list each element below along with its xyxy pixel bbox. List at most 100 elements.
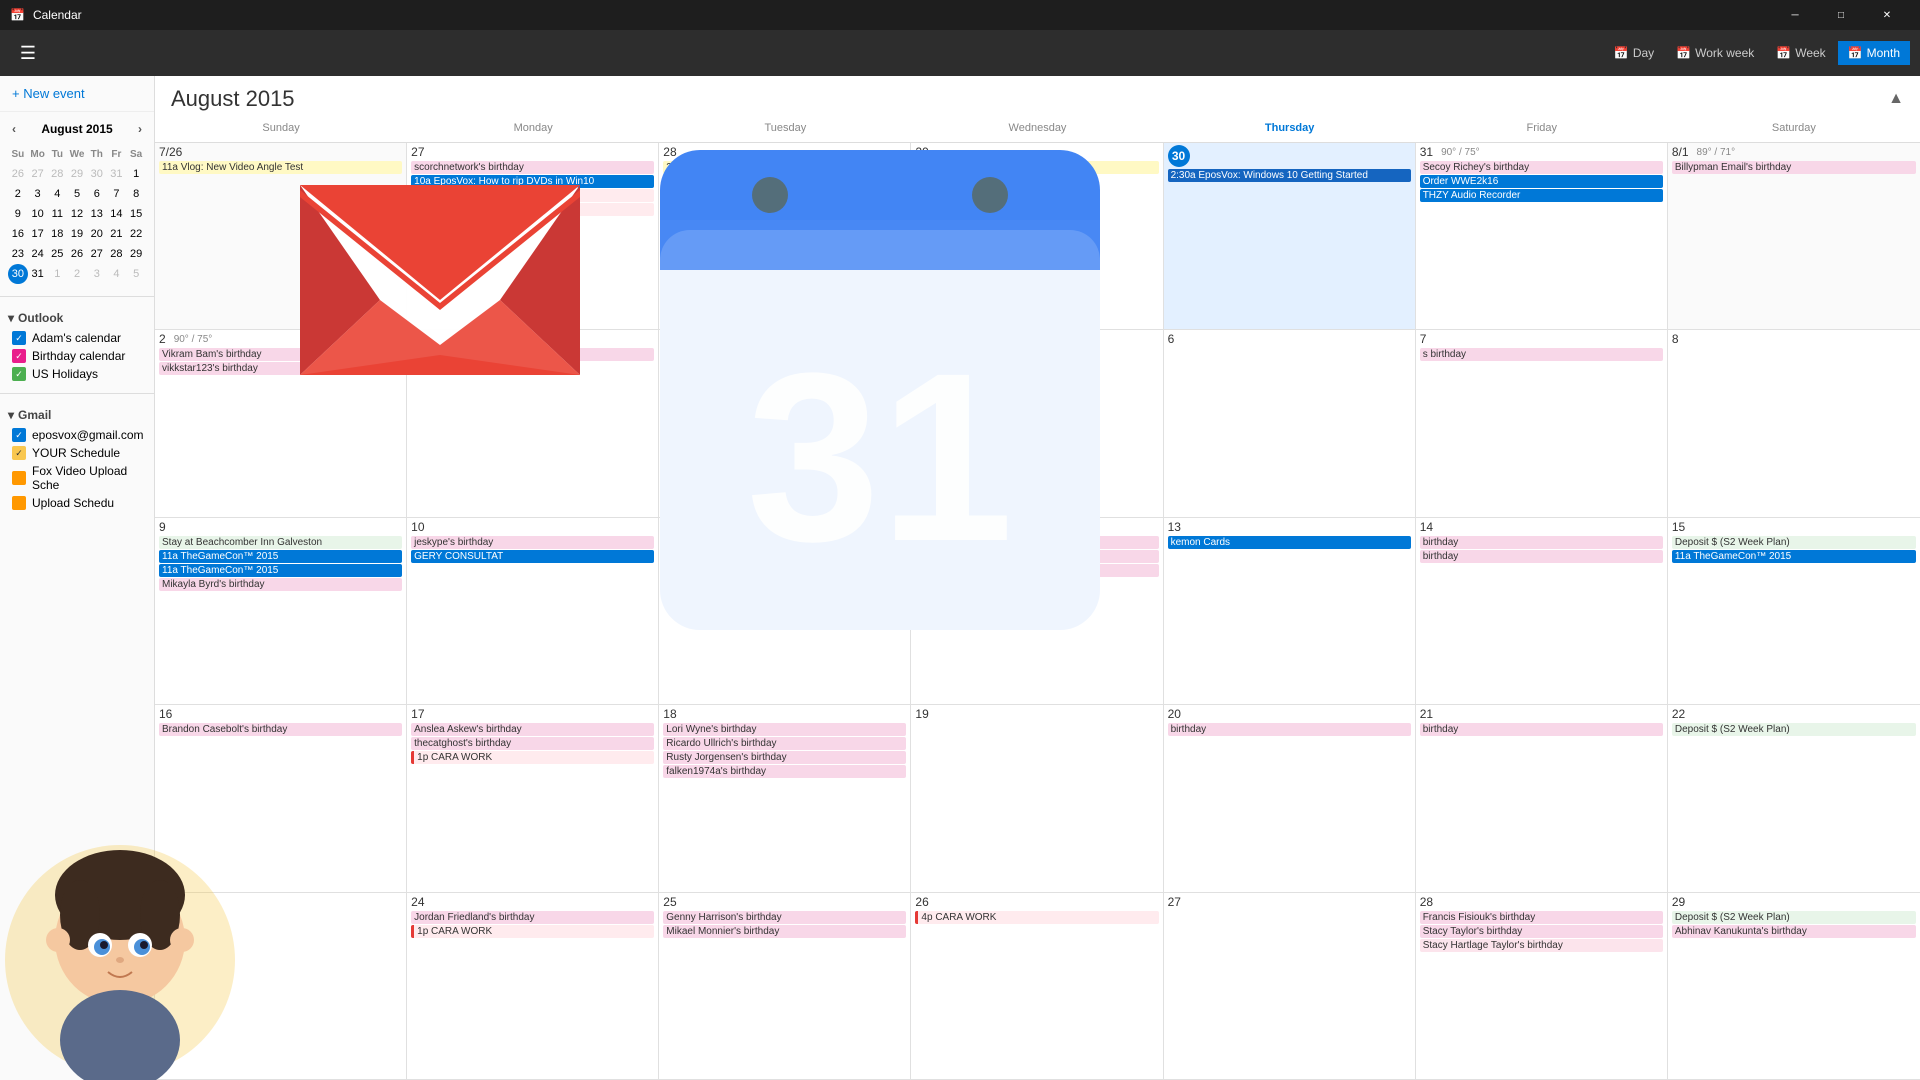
calendar-event[interactable]: GERY CONSULTAT bbox=[411, 550, 654, 563]
mini-cal-day[interactable]: 16 bbox=[8, 224, 28, 244]
calendar-cell[interactable]: 4 bbox=[659, 330, 911, 516]
mini-cal-day[interactable]: 5 bbox=[126, 264, 146, 284]
calendar-cell[interactable]: 8 bbox=[1668, 330, 1920, 516]
calendar-cell[interactable]: 17Anslea Askew's birthdaythecatghost's b… bbox=[407, 705, 659, 891]
mini-cal-day[interactable]: 1 bbox=[126, 164, 146, 184]
mini-cal-day[interactable]: 15 bbox=[126, 204, 146, 224]
calendar-cell[interactable]: 11 bbox=[659, 518, 911, 704]
calendar-event[interactable]: jeskype's birthday bbox=[411, 536, 654, 549]
adams-calendar-item[interactable]: ✓ Adam's calendar bbox=[8, 329, 146, 347]
calendar-cell[interactable]: 302:30a EposVox: Windows 10 Getting Star… bbox=[1164, 143, 1416, 329]
calendar-cell[interactable]: 13kemon Cards bbox=[1164, 518, 1416, 704]
calendar-event[interactable]: Mikael Monnier's birthday bbox=[663, 925, 906, 938]
mini-cal-day[interactable]: 30 bbox=[8, 264, 28, 284]
calendar-cell[interactable]: 25Genny Harrison's birthdayMikael Monnie… bbox=[659, 893, 911, 1079]
calendar-cell[interactable]: 19 bbox=[911, 705, 1163, 891]
calendar-cell[interactable]: 14birthdaybirthday bbox=[1416, 518, 1668, 704]
maximize-btn[interactable]: □ bbox=[1818, 0, 1864, 30]
calendar-event[interactable]: 11a TheGameCon™ 2015 bbox=[159, 564, 402, 577]
mini-cal-day[interactable]: 2 bbox=[67, 264, 87, 284]
calendar-cell[interactable]: 7/2611a Vlog: New Video Angle Test bbox=[155, 143, 407, 329]
calendar-event[interactable]: vikkstar123's birthday bbox=[159, 362, 402, 375]
calendar-event[interactable]: kemon Cards bbox=[1168, 536, 1411, 549]
mini-cal-day[interactable]: 17 bbox=[28, 224, 48, 244]
calendar-event[interactable]: 11a TheGameCon™ 2015 bbox=[159, 550, 402, 563]
calendar-event[interactable]: 1p CARA WORK bbox=[411, 751, 654, 764]
fox-video-item[interactable]: Fox Video Upload Sche bbox=[8, 462, 146, 494]
mini-cal-day[interactable]: 5 bbox=[67, 184, 87, 204]
calendar-event[interactable]: Rusty Jorgensen's birthday bbox=[663, 751, 906, 764]
calendar-cell[interactable]: 28Francis Fisiouk's birthdayStacy Taylor… bbox=[1416, 893, 1668, 1079]
mini-cal-day[interactable]: 27 bbox=[28, 164, 48, 184]
calendar-event[interactable]: Vikram Bam's birthday bbox=[159, 348, 402, 361]
birthday-calendar-item[interactable]: ✓ Birthday calendar bbox=[8, 347, 146, 365]
mini-cal-day[interactable]: 31 bbox=[107, 164, 127, 184]
calendar-event[interactable]: 10a EposVox: How to rip DVDs in Win10 bbox=[411, 175, 654, 188]
gmail-group-header[interactable]: ▾ Gmail bbox=[8, 404, 146, 426]
new-event-button[interactable]: + New event bbox=[0, 76, 154, 112]
calendar-cell[interactable]: 27scorchnetwork's birthday10a EposVox: H… bbox=[407, 143, 659, 329]
calendar-cell[interactable]: 9Stay at Beachcomber Inn Galveston11a Th… bbox=[155, 518, 407, 704]
calendar-cell[interactable]: 290° / 75°Vikram Bam's birthdayvikkstar1… bbox=[155, 330, 407, 516]
calendar-cell[interactable]: 27 bbox=[1164, 893, 1416, 1079]
calendar-cell[interactable]: 16Brandon Casebolt's birthday bbox=[155, 705, 407, 891]
calendar-event[interactable]: Lori Wyne's birthday bbox=[663, 723, 906, 736]
calendar-cell[interactable]: 23 bbox=[155, 893, 407, 1079]
calendar-event[interactable]: 1p CARA WORK bbox=[411, 925, 654, 938]
outlook-group-header[interactable]: ▾ Outlook bbox=[8, 307, 146, 329]
calendar-event[interactable]: EposVox: AVJO Capture Card Review bbox=[915, 161, 1158, 174]
mini-cal-day[interactable]: 13 bbox=[87, 204, 107, 224]
mini-cal-day[interactable]: 4 bbox=[47, 184, 67, 204]
calendar-event[interactable]: s birthday bbox=[1420, 348, 1663, 361]
calendar-cell[interactable]: 29Deposit $ (S2 Week Plan)Abhinav Kanuku… bbox=[1668, 893, 1920, 1079]
calendar-cell[interactable]: 24Jordan Friedland's birthday1p CARA WOR… bbox=[407, 893, 659, 1079]
close-btn[interactable]: ✕ bbox=[1864, 0, 1910, 30]
calendar-event[interactable]: 11a TheGameCon™ 2015 bbox=[1672, 550, 1916, 563]
calendar-cell[interactable]: 6 bbox=[1164, 330, 1416, 516]
mini-cal-day[interactable]: 25 bbox=[47, 244, 67, 264]
mini-cal-day[interactable]: 30 bbox=[87, 164, 107, 184]
upload-schedule-item[interactable]: Upload Schedu bbox=[8, 494, 146, 512]
mini-cal-day[interactable]: 3 bbox=[28, 184, 48, 204]
calendar-cell[interactable]: 7s birthday bbox=[1416, 330, 1668, 516]
mini-cal-day[interactable]: 23 bbox=[8, 244, 28, 264]
mini-cal-day[interactable]: 12 bbox=[67, 204, 87, 224]
mini-cal-day[interactable]: 7 bbox=[107, 184, 127, 204]
calendar-event[interactable]: Genny Harrison's birthday bbox=[663, 911, 906, 924]
calendar-event[interactable]: birthday bbox=[1420, 536, 1663, 549]
calendar-cell[interactable]: 18Lori Wyne's birthdayRicardo Ullrich's … bbox=[659, 705, 911, 891]
calendar-cell[interactable]: 8/189° / 71°Billypman Email's birthday bbox=[1668, 143, 1920, 329]
calendar-event[interactable]: Stacy Taylor's birthday bbox=[1420, 925, 1663, 938]
calendar-event[interactable]: 2:30a EposVox: Windows 10 Getting Starte… bbox=[1168, 169, 1411, 182]
mini-cal-day[interactable]: 21 bbox=[107, 224, 127, 244]
calendar-cell[interactable]: 283p Vlog: Rain. bbox=[659, 143, 911, 329]
mini-cal-day[interactable]: 26 bbox=[8, 164, 28, 184]
calendar-event[interactable]: hary's birthday bbox=[915, 564, 1158, 577]
calendar-cell[interactable]: 3190° / 75°Secoy Richey's birthdayOrder … bbox=[1416, 143, 1668, 329]
mini-cal-day[interactable]: 27 bbox=[87, 244, 107, 264]
mini-cal-day[interactable]: 9 bbox=[8, 204, 28, 224]
mini-cal-day[interactable]: 1 bbox=[47, 264, 67, 284]
calendar-event[interactable]: 1p CARA WORK: Pickup/Dropoff bbox=[411, 189, 654, 202]
mini-cal-day[interactable]: 28 bbox=[47, 164, 67, 184]
month-view-btn[interactable]: 📅 Month bbox=[1838, 41, 1910, 65]
menu-button[interactable]: ☰ bbox=[10, 35, 46, 71]
calendar-event[interactable]: 4p CARA WORK bbox=[915, 911, 1158, 924]
calendar-event[interactable]: Jordan Friedland's birthday bbox=[411, 911, 654, 924]
workweek-view-btn[interactable]: 📅 Work week bbox=[1666, 41, 1764, 65]
calendar-cell[interactable]: 15Deposit $ (S2 Week Plan)11a TheGameCon… bbox=[1668, 518, 1920, 704]
calendar-cell[interactable]: 12birthdaybirthdayhary's birthday bbox=[911, 518, 1163, 704]
calendar-event[interactable]: birthday bbox=[1420, 550, 1663, 563]
mini-cal-day[interactable]: 31 bbox=[28, 264, 48, 284]
calendar-event[interactable]: scorchnetwork's birthday bbox=[411, 161, 654, 174]
mini-cal-day[interactable]: 18 bbox=[47, 224, 67, 244]
calendar-cell[interactable]: 21birthday bbox=[1416, 705, 1668, 891]
calendar-event[interactable]: Deposit $ (S2 Week Plan) bbox=[1672, 536, 1916, 549]
mini-cal-day[interactable]: 2 bbox=[8, 184, 28, 204]
calendar-event[interactable]: Deposit $ (S2 Week Plan) bbox=[1672, 911, 1916, 924]
calendar-event[interactable]: Abhinav Kanukunta's birthday bbox=[1672, 925, 1916, 938]
calendar-event[interactable]: birthday bbox=[1168, 723, 1411, 736]
calendar-cell[interactable]: 29EposVox: AVJO Capture Card Review bbox=[911, 143, 1163, 329]
mini-cal-day[interactable]: 11 bbox=[47, 204, 67, 224]
us-holidays-item[interactable]: ✓ US Holidays bbox=[8, 365, 146, 383]
